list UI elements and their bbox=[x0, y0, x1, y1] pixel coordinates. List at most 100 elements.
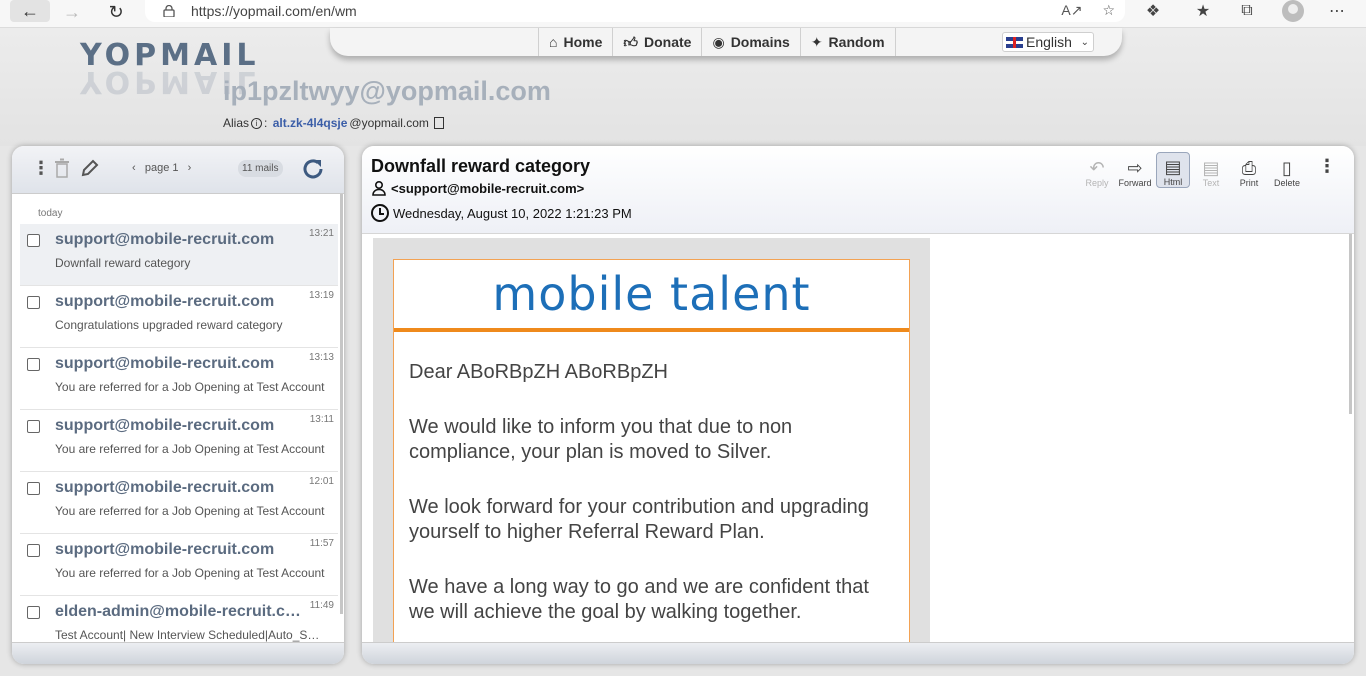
mail-item[interactable]: support@mobile-recruit.com 13:19 Congrat… bbox=[20, 286, 338, 348]
html-view-icon: ▤ bbox=[1164, 157, 1182, 177]
trash-icon[interactable] bbox=[54, 158, 70, 178]
text-view-button[interactable]: ▤ Text bbox=[1194, 152, 1228, 188]
nav-random[interactable]: ✦ Random bbox=[799, 28, 896, 56]
browser-toolbar: ← → ↻ https://yopmail.com/en/wm A↗ ☆ ❖ ★… bbox=[0, 0, 1366, 28]
avatar bbox=[1282, 0, 1304, 22]
alias-name[interactable]: alt.zk-4l4qsje bbox=[273, 116, 348, 130]
reply-button[interactable]: ↶ Reply bbox=[1080, 152, 1114, 188]
mail-subject: Downfall reward category bbox=[55, 256, 191, 270]
favorite-add-icon[interactable]: ☆ bbox=[1102, 2, 1115, 19]
mail-sender: support@mobile-recruit.com bbox=[55, 293, 275, 310]
mail-item[interactable]: support@mobile-recruit.com 11:57 You are… bbox=[20, 534, 338, 596]
reload-button[interactable]: ↻ bbox=[98, 0, 134, 24]
message-sender: <support@mobile-recruit.com> bbox=[371, 180, 584, 196]
mail-checkbox[interactable] bbox=[27, 482, 40, 495]
mail-item[interactable]: support@mobile-recruit.com 13:21 Downfal… bbox=[20, 224, 338, 286]
mail-subject: Test Account| New Interview Scheduled|Au… bbox=[55, 628, 320, 642]
nav-domains[interactable]: ◉ Domains bbox=[701, 28, 799, 56]
mail-sender: support@mobile-recruit.com bbox=[55, 417, 275, 434]
mail-item[interactable]: support@mobile-recruit.com 13:11 You are… bbox=[20, 410, 338, 472]
info-icon[interactable]: i bbox=[251, 117, 263, 129]
refresh-icon[interactable] bbox=[300, 156, 326, 182]
mail-checkbox[interactable] bbox=[27, 358, 40, 371]
address-bar[interactable]: https://yopmail.com/en/wm A↗ ☆ bbox=[145, 0, 1125, 22]
mail-subject: You are referred for a Job Opening at Te… bbox=[55, 442, 325, 456]
day-separator: today bbox=[38, 208, 63, 219]
profile-button[interactable] bbox=[1278, 0, 1308, 22]
mail-item[interactable]: support@mobile-recruit.com 13:13 You are… bbox=[20, 348, 338, 410]
read-aloud-icon[interactable]: A↗ bbox=[1061, 2, 1082, 19]
mail-list: support@mobile-recruit.com 13:21 Downfal… bbox=[20, 224, 338, 658]
mail-sender: support@mobile-recruit.com bbox=[55, 355, 275, 372]
mail-checkbox[interactable] bbox=[27, 544, 40, 557]
mail-sender: support@mobile-recruit.com bbox=[55, 231, 275, 248]
mail-subject: You are referred for a Job Opening at Te… bbox=[55, 504, 325, 518]
mail-time: 12:01 bbox=[308, 476, 334, 487]
mail-checkbox[interactable] bbox=[27, 420, 40, 433]
message-header: Downfall reward category <support@mobile… bbox=[362, 146, 1354, 234]
copy-icon[interactable] bbox=[433, 117, 444, 129]
more-menu-icon[interactable]: ⋯ bbox=[1322, 0, 1352, 22]
message-panel: Downfall reward category <support@mobile… bbox=[362, 146, 1354, 664]
inbox-email-address: ip1pzltwyy@yopmail.com bbox=[223, 76, 551, 106]
nav-home[interactable]: ⌂ Home bbox=[538, 28, 612, 56]
mail-checkbox[interactable] bbox=[27, 296, 40, 309]
mail-sender: support@mobile-recruit.com bbox=[55, 541, 275, 558]
message-actions: ↶ Reply ⇨ Forward ▤ Html ▤ Text ⎙ Print … bbox=[1080, 152, 1304, 188]
print-icon: ⎙ bbox=[1241, 158, 1257, 178]
alias-row: Alias i : alt.zk-4l4qsje @yopmail.com bbox=[223, 116, 444, 130]
forward-nav-button[interactable]: → bbox=[54, 0, 90, 24]
email-paragraph: We look forward for your contribution an… bbox=[409, 496, 869, 543]
extensions-icon[interactable]: ❖ bbox=[1138, 0, 1168, 22]
text-view-icon: ▤ bbox=[1202, 158, 1220, 178]
email-card: mobile talent Dear ABoRBpZH ABoRBpZH We … bbox=[393, 259, 910, 659]
message-body: mobile talent Dear ABoRBpZH ABoRBpZH We … bbox=[373, 238, 930, 659]
mail-checkbox[interactable] bbox=[27, 606, 40, 619]
message-date: Wednesday, August 10, 2022 1:21:23 PM bbox=[371, 204, 632, 222]
next-page-icon[interactable]: › bbox=[188, 162, 192, 174]
mail-subject: You are referred for a Job Opening at Te… bbox=[55, 380, 325, 394]
prev-page-icon[interactable]: ‹ bbox=[132, 162, 136, 174]
mail-time: 13:21 bbox=[308, 228, 334, 239]
home-icon: ⌂ bbox=[549, 34, 558, 50]
inbox-footer bbox=[12, 642, 344, 664]
trash-icon: ▯ bbox=[1282, 158, 1292, 178]
mail-time: 13:11 bbox=[309, 414, 334, 425]
mail-time: 13:13 bbox=[308, 352, 334, 363]
mail-time: 13:19 bbox=[308, 290, 334, 301]
inbox-menu-icon[interactable]: ⋮ bbox=[32, 158, 50, 179]
nav-donate[interactable]: 👍︎ Donate bbox=[612, 28, 701, 56]
person-icon bbox=[372, 180, 386, 196]
lock-icon bbox=[163, 5, 175, 17]
mail-subject: Congratulations upgraded reward category bbox=[55, 318, 283, 332]
email-greeting: Dear ABoRBpZH ABoRBpZH bbox=[409, 361, 668, 383]
arrow-left-icon: ← bbox=[21, 0, 39, 21]
forward-button[interactable]: ⇨ Forward bbox=[1118, 152, 1152, 188]
collections-icon[interactable]: ⧉ bbox=[1232, 0, 1262, 22]
message-menu-icon[interactable]: ⋮ bbox=[1318, 156, 1336, 177]
uk-flag-icon bbox=[1006, 36, 1023, 48]
mail-sender: support@mobile-recruit.com bbox=[55, 479, 275, 496]
globe-icon: ◉ bbox=[712, 33, 725, 50]
inbox-toolbar: ⋮ ‹ page 1 › 11 mails bbox=[12, 146, 344, 194]
top-navigation: ⌂ Home 👍︎ Donate ◉ Domains ✦ Random Engl… bbox=[330, 28, 1122, 56]
pencil-icon[interactable] bbox=[80, 158, 100, 178]
forward-icon: ⇨ bbox=[1127, 158, 1143, 178]
thumbs-up-icon: 👍︎ bbox=[623, 33, 639, 50]
reply-icon: ↶ bbox=[1089, 158, 1105, 178]
favorites-icon[interactable]: ★ bbox=[1188, 0, 1218, 22]
inbox-panel: ⋮ ‹ page 1 › 11 mails today support@mobi… bbox=[12, 146, 344, 664]
mail-count-badge: 11 mails bbox=[238, 160, 283, 177]
message-subject: Downfall reward category bbox=[371, 156, 591, 176]
message-scrollbar[interactable] bbox=[1349, 234, 1352, 414]
mail-item[interactable]: support@mobile-recruit.com 12:01 You are… bbox=[20, 472, 338, 534]
inbox-scrollbar[interactable] bbox=[340, 194, 343, 614]
mail-checkbox[interactable] bbox=[27, 234, 40, 247]
language-select[interactable]: English ⌄ bbox=[1002, 32, 1094, 52]
back-button[interactable]: ← bbox=[10, 0, 50, 22]
print-button[interactable]: ⎙ Print bbox=[1232, 152, 1266, 188]
message-footer bbox=[362, 642, 1354, 664]
html-view-button[interactable]: ▤ Html bbox=[1156, 152, 1190, 188]
mobile-talent-logo: mobile talent bbox=[394, 260, 909, 332]
delete-button[interactable]: ▯ Delete bbox=[1270, 152, 1304, 188]
